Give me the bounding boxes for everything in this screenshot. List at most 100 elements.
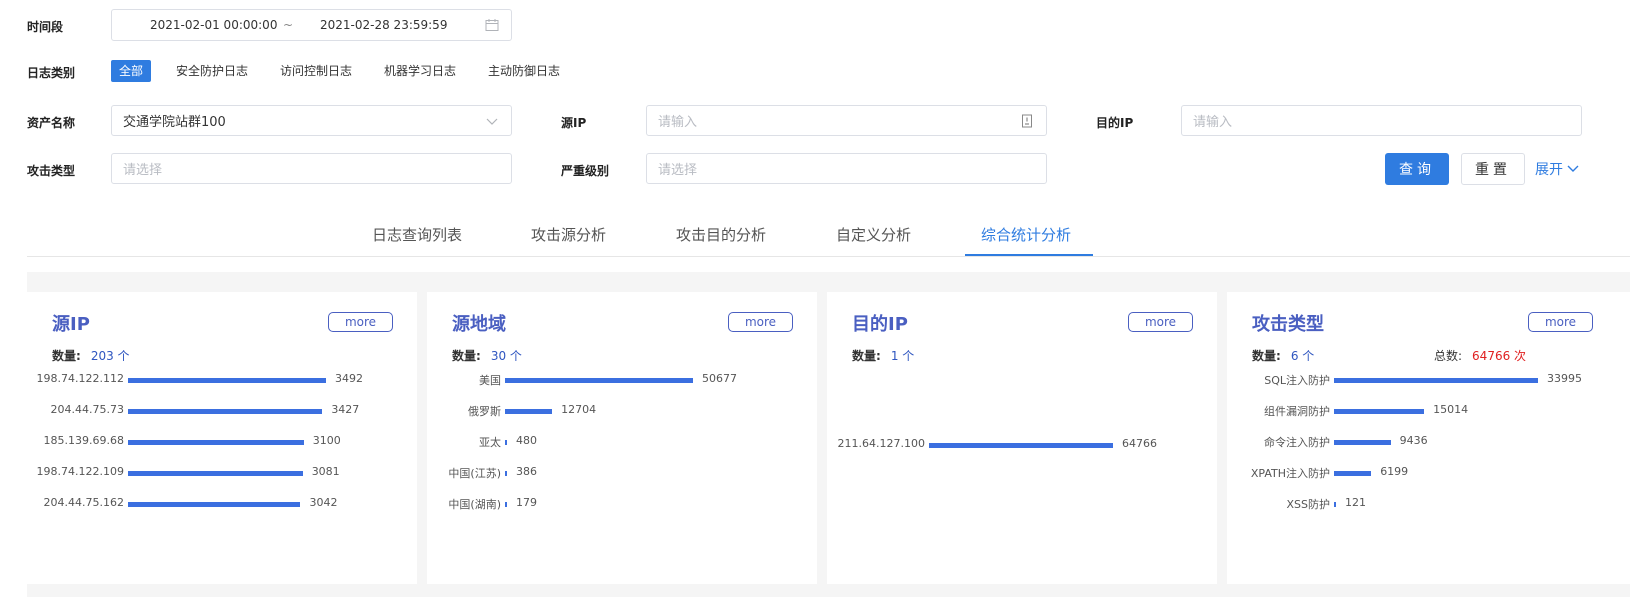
more-button[interactable]: more [1528,312,1593,332]
attack-type-label: 攻击类型 [27,164,76,178]
bar [929,443,1113,448]
bar-label: 185.139.69.68 [43,434,124,447]
bar [1334,502,1336,507]
tab-comprehensive-stats[interactable]: 综合统计分析 [981,224,1071,245]
tab-custom-analysis[interactable]: 自定义分析 [836,224,911,245]
bar-value: 64766 [1122,437,1157,450]
more-button[interactable]: more [328,312,393,332]
bar-value: 50677 [702,372,737,385]
total-value: 64766 次 [1472,349,1527,363]
bar-row: 美国 [428,372,501,388]
bar-row: 198.74.122.112 [28,372,124,388]
bar [1334,378,1538,383]
more-button[interactable]: more [728,312,793,332]
bar-value: 3081 [311,465,340,478]
date-start[interactable]: 2021-02-01 00:00:00 [150,18,277,32]
bar [128,409,323,414]
total-line: 总数: 64766 次 [1434,347,1526,364]
bar-label: XSS防护 [1286,498,1330,511]
attack-type-placeholder: 请选择 [123,163,163,178]
count-line: 数量: 6 个 [1252,347,1314,364]
date-end[interactable]: 2021-02-28 23:59:59 [320,18,447,32]
bar [128,378,326,383]
count-value: 203 个 [90,349,130,363]
reset-button[interactable]: 重置 [1461,153,1525,185]
log-type-ml[interactable]: 机器学习日志 [384,60,456,82]
bar-row: 命令注入防护 [1228,434,1330,450]
bar-label: XPATH注入防护 [1250,467,1330,480]
bar-label: 211.64.127.100 [837,437,925,450]
date-separator: ~ [283,18,294,32]
bar [505,409,553,414]
severity-select[interactable]: 请选择 [646,153,1047,184]
card-gap [417,292,427,584]
count-label: 数量: [52,349,81,363]
count-line: 数量: 203 个 [52,347,130,364]
bar-value: 12704 [561,403,597,416]
bar-label: 组件漏洞防护 [1264,405,1330,418]
more-button[interactable]: more [1128,312,1193,332]
count-value: 6 个 [1290,349,1315,363]
src-ip-placeholder: 请输入 [658,115,698,130]
count-line: 数量: 1 个 [852,347,914,364]
bar-label: 命令注入防护 [1264,436,1330,449]
bar-value: 33995 [1547,372,1582,385]
bar-label: SQL注入防护 [1264,374,1330,387]
log-type-all[interactable]: 全部 [111,60,152,82]
bar [505,471,507,476]
bar-row: 亚太 [428,434,501,450]
stats-top-band [27,272,1630,292]
log-type-access[interactable]: 访问控制日志 [280,60,352,82]
dst-ip-label: 目的IP [1096,116,1134,130]
count-value: 1 个 [890,349,915,363]
bar-label: 美国 [479,374,501,387]
bar-row: SQL注入防护 [1228,372,1330,388]
card-title: 攻击类型 [1252,314,1324,335]
bar-value: 3042 [309,496,338,509]
bar-label: 俄罗斯 [468,405,501,418]
count-label: 数量: [1252,349,1281,363]
bar-value: 480 [516,434,537,447]
stats-bottom-band [27,584,1630,597]
dst-ip-input[interactable]: 请输入 [1181,105,1582,136]
bar-label: 亚太 [479,436,501,449]
log-type-security[interactable]: 安全防护日志 [176,60,248,82]
analysis-tabs: 日志查询列表 攻击源分析 攻击目的分析 自定义分析 综合统计分析 [27,215,1630,257]
bar-value: 15014 [1433,403,1469,416]
bar-value: 3492 [335,372,363,385]
bar-row: 185.139.69.68 [28,434,124,450]
ip-list-icon[interactable] [1020,114,1034,128]
bar-row: 204.44.75.162 [28,496,124,512]
bar-label: 198.74.122.109 [36,465,124,478]
bar-value: 179 [516,496,537,509]
src-ip-label: 源IP [561,116,587,130]
bar-value: 3427 [331,403,360,416]
bar [128,471,303,476]
bar [505,502,507,507]
card-title: 目的IP [852,314,908,335]
bar-row: XPATH注入防护 [1228,465,1330,481]
bar-row: 204.44.75.73 [28,403,124,419]
calendar-icon [485,19,499,31]
bar-row: 俄罗斯 [428,403,501,419]
date-range-picker[interactable]: 2021-02-01 00:00:00 ~ 2021-02-28 23:59:5… [111,9,512,41]
asset-name-select[interactable]: 交通学院站群100 [111,105,512,136]
dst-ip-placeholder: 请输入 [1193,115,1233,130]
card-attack-type: 攻击类型 more 数量: 6 个 总数: 64766 次 SQL注入防护 33995… [1228,292,1617,584]
tab-attack-target[interactable]: 攻击目的分析 [676,224,766,245]
bar-label: 中国(湖南) [448,498,501,511]
bar [1334,440,1391,445]
expand-link[interactable]: 展开 [1535,159,1579,179]
card-destination-ip: 目的IP more 数量: 1 个 211.64.127.100 64766 [828,292,1217,584]
card-title: 源IP [52,314,90,335]
log-type-active-defense[interactable]: 主动防御日志 [488,60,560,82]
bar-value: 3100 [312,434,341,447]
tab-attack-source[interactable]: 攻击源分析 [531,224,606,245]
attack-type-select[interactable]: 请选择 [111,153,512,184]
tab-log-query-list[interactable]: 日志查询列表 [372,224,462,245]
bar-row: XSS防护 [1228,496,1330,512]
bar-label: 204.44.75.162 [43,496,124,509]
query-button[interactable]: 查询 [1385,153,1449,185]
bar [505,378,693,383]
src-ip-input[interactable]: 请输入 [646,105,1047,136]
